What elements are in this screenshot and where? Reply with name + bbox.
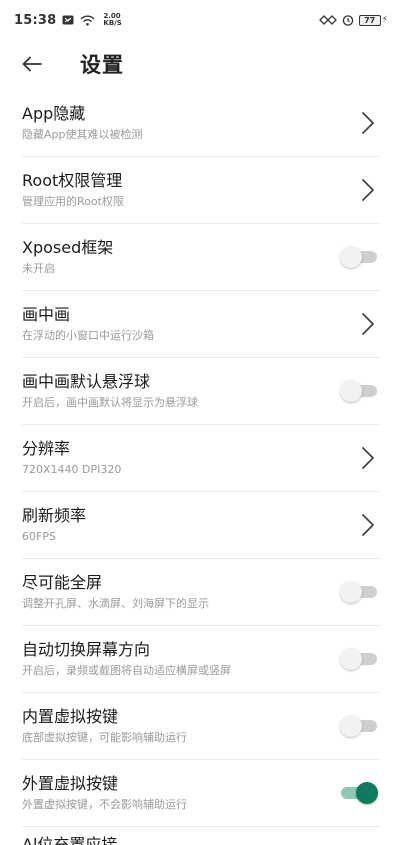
status-time: 15:38: [14, 12, 57, 28]
setting-title: 画中画: [22, 305, 71, 324]
status-bar: 15:38 2.00 KB/S 77 ⚡: [0, 0, 400, 40]
setting-row-3[interactable]: 画中画在浮动的小窗口中运行沙箱: [22, 291, 380, 358]
setting-title: 刷新频率: [22, 506, 87, 525]
back-button[interactable]: [0, 40, 64, 88]
setting-title: 画中画默认悬浮球: [22, 372, 151, 391]
setting-title: App隐藏: [22, 104, 86, 123]
setting-row-8[interactable]: 自动切换屏幕方向开启后，录频或截图将自动适应横屏或竖屏: [22, 626, 380, 693]
charging-bolt-icon: ⚡: [381, 15, 388, 25]
toggle-knob: [340, 581, 362, 603]
chevron-right-icon: [362, 179, 374, 201]
setting-subtitle: 隐藏App使其难以被检测: [22, 128, 143, 141]
wifi-icon: [80, 15, 95, 26]
setting-row-2[interactable]: Xposed框架未开启: [22, 224, 380, 291]
toggle-knob: [340, 246, 362, 268]
toggle-switch[interactable]: [340, 782, 378, 804]
settings-list: App隐藏隐藏App使其难以被检测 Root权限管理管理应用的Root权限 Xpos…: [0, 90, 400, 827]
status-right: 77 ⚡: [318, 14, 388, 26]
setting-row-4[interactable]: 画中画默认悬浮球开启后，画中画默认将显示为悬浮球: [22, 358, 380, 425]
toggle-switch[interactable]: [340, 581, 378, 603]
toggle-switch[interactable]: [340, 715, 378, 737]
setting-title: 尽可能全屏: [22, 573, 103, 592]
message-icon: [62, 15, 74, 25]
vpn-icon: [318, 14, 337, 26]
setting-row-1[interactable]: Root权限管理管理应用的Root权限: [22, 157, 380, 224]
setting-title: 外置虚拟按键: [22, 774, 119, 793]
toggle-knob: [340, 380, 362, 402]
setting-subtitle: 未开启: [22, 262, 55, 275]
status-left: 15:38 2.00 KB/S: [14, 13, 122, 28]
toggle-knob: [340, 715, 362, 737]
setting-row-5[interactable]: 分辨率 720X1440 DPI320: [22, 425, 380, 492]
setting-text: 尽可能全屏调整开孔屏、水滴屏、刘海屏下的显示: [22, 572, 209, 612]
setting-subtitle: 720X1440 DPI320: [22, 463, 122, 476]
setting-row-6[interactable]: 刷新频率 60FPS: [22, 492, 380, 559]
toggle-knob: [340, 648, 362, 670]
setting-subtitle: 外置虚拟按键，不会影响辅助运行: [22, 798, 187, 811]
partial-setting-row[interactable]: Al位充置应接: [22, 832, 382, 845]
setting-row-7[interactable]: 尽可能全屏调整开孔屏、水滴屏、刘海屏下的显示: [22, 559, 380, 626]
setting-text: 画中画在浮动的小窗口中运行沙箱: [22, 304, 154, 344]
net-speed: 2.00 KB/S: [103, 13, 121, 27]
setting-subtitle: 在浮动的小窗口中运行沙箱: [22, 329, 154, 342]
setting-subtitle: 管理应用的Root权限: [22, 195, 124, 208]
net-speed-unit: KB/S: [103, 19, 122, 27]
setting-text: 自动切换屏幕方向开启后，录频或截图将自动适应横屏或竖屏: [22, 639, 231, 679]
battery-icon: 77 ⚡: [358, 14, 388, 26]
toggle-switch[interactable]: [340, 648, 378, 670]
setting-text: 分辨率 720X1440 DPI320: [22, 438, 121, 478]
setting-title: 分辨率: [22, 439, 71, 458]
setting-title: 自动切换屏幕方向: [22, 640, 151, 659]
setting-subtitle: 开启后，录频或截图将自动适应横屏或竖屏: [22, 664, 231, 677]
arrow-left-icon: [22, 56, 42, 72]
setting-text: Xposed框架未开启: [22, 237, 113, 277]
setting-row-9[interactable]: 内置虚拟按键底部虚拟按键，可能影响辅助运行: [22, 693, 380, 760]
toggle-knob: [356, 782, 378, 804]
alarm-icon: [342, 14, 354, 26]
setting-text: 内置虚拟按键底部虚拟按键，可能影响辅助运行: [22, 706, 187, 746]
toggle-switch[interactable]: [340, 380, 378, 402]
battery-level: 77: [358, 14, 381, 26]
setting-text: Root权限管理管理应用的Root权限: [22, 170, 124, 210]
setting-text: 刷新频率 60FPS: [22, 505, 86, 545]
partial-setting-title: Al位充置应接: [22, 835, 118, 845]
setting-subtitle: 60FPS: [22, 530, 56, 543]
page-title: 设置: [80, 53, 124, 77]
setting-row-10[interactable]: 外置虚拟按键外置虚拟按键，不会影响辅助运行: [22, 760, 380, 827]
setting-title: Root权限管理: [22, 171, 123, 190]
chevron-right-icon: [362, 514, 374, 536]
setting-title: 内置虚拟按键: [22, 707, 119, 726]
setting-subtitle: 底部虚拟按键，可能影响辅助运行: [22, 731, 187, 744]
chevron-right-icon: [362, 112, 374, 134]
setting-subtitle: 调整开孔屏、水滴屏、刘海屏下的显示: [22, 597, 209, 610]
setting-text: App隐藏隐藏App使其难以被检测: [22, 103, 143, 143]
chevron-right-icon: [362, 313, 374, 335]
setting-title: Xposed框架: [22, 238, 114, 257]
setting-row-0[interactable]: App隐藏隐藏App使其难以被检测: [22, 90, 380, 157]
setting-subtitle: 开启后，画中画默认将显示为悬浮球: [22, 396, 198, 409]
setting-text: 画中画默认悬浮球开启后，画中画默认将显示为悬浮球: [22, 371, 198, 411]
chevron-right-icon: [362, 447, 374, 469]
toggle-switch[interactable]: [340, 246, 378, 268]
setting-text: 外置虚拟按键外置虚拟按键，不会影响辅助运行: [22, 773, 187, 813]
app-bar: 设置: [0, 40, 400, 88]
